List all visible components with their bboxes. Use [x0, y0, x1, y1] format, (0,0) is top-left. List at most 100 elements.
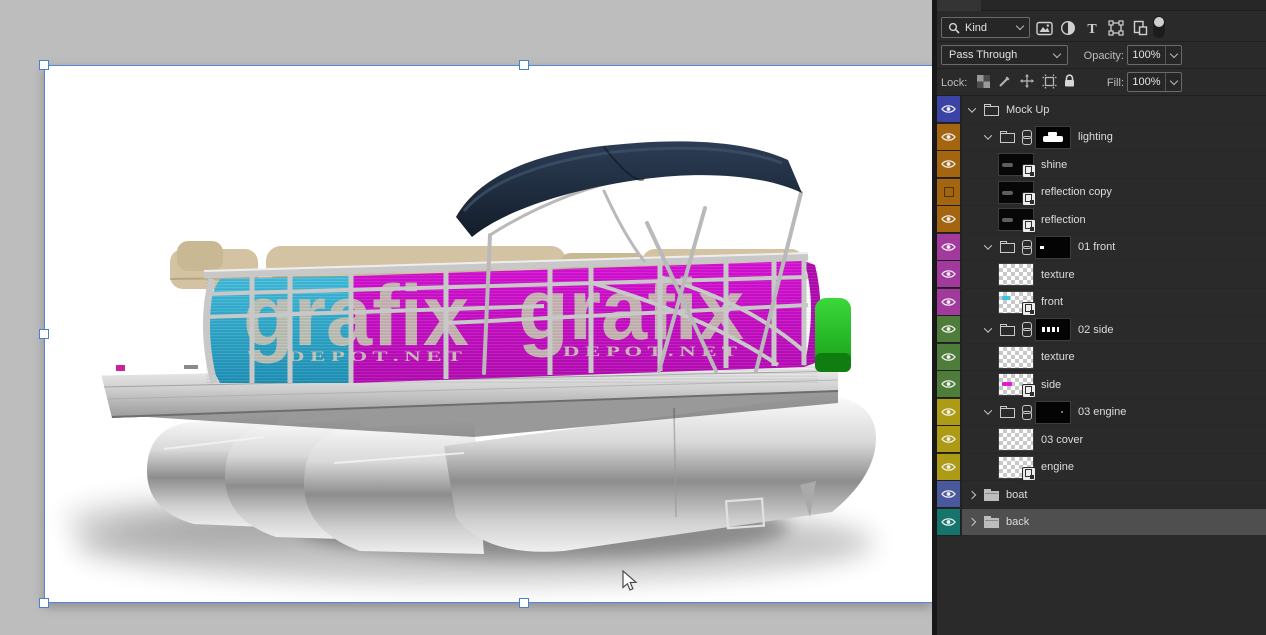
- visibility-toggle[interactable]: [937, 234, 962, 261]
- layer-thumbnail[interactable]: [999, 292, 1033, 313]
- layer-row[interactable]: texture: [937, 261, 1266, 289]
- layer-row[interactable]: texture: [937, 344, 1266, 372]
- transform-handle-top-left[interactable]: [39, 60, 49, 70]
- layer-row[interactable]: engine: [937, 454, 1266, 482]
- layer-row[interactable]: back: [937, 509, 1266, 537]
- layer-mask-thumbnail[interactable]: [1036, 127, 1070, 148]
- fill-input[interactable]: 100%: [1127, 72, 1182, 92]
- layer-row[interactable]: reflection: [937, 206, 1266, 234]
- eye-icon: [941, 352, 956, 362]
- chevron-icon[interactable]: [984, 241, 992, 249]
- layer-name[interactable]: 01 front: [1078, 241, 1115, 253]
- layer-name[interactable]: engine: [1041, 461, 1074, 473]
- layer-thumbnail[interactable]: [999, 182, 1033, 203]
- visibility-toggle[interactable]: [937, 96, 962, 123]
- visibility-toggle[interactable]: [937, 289, 962, 316]
- filter-kind-dropdown[interactable]: Kind: [941, 17, 1030, 38]
- layer-row[interactable]: shine: [937, 151, 1266, 179]
- layer-name[interactable]: front: [1041, 296, 1063, 308]
- transform-handle-bottom-left[interactable]: [39, 598, 49, 608]
- chevron-icon[interactable]: [968, 490, 976, 498]
- visibility-toggle[interactable]: [937, 371, 962, 398]
- eye-icon: [941, 159, 956, 169]
- layer-thumbnail[interactable]: [999, 347, 1033, 368]
- layer-thumbnail[interactable]: [999, 457, 1033, 478]
- fill-value[interactable]: 100%: [1128, 73, 1165, 91]
- chevron-icon[interactable]: [984, 131, 992, 139]
- opacity-input[interactable]: 100%: [1127, 45, 1182, 65]
- chevron-icon[interactable]: [984, 324, 992, 332]
- lock-paint-icon[interactable]: [997, 73, 1013, 89]
- layer-name[interactable]: texture: [1041, 351, 1075, 363]
- visibility-toggle[interactable]: [937, 399, 962, 426]
- type-layer-filter-icon[interactable]: T: [1083, 19, 1101, 37]
- layer-name[interactable]: texture: [1041, 269, 1075, 281]
- chevron-icon[interactable]: [968, 104, 976, 112]
- layer-row[interactable]: 01 front: [937, 234, 1266, 262]
- layer-row[interactable]: 02 side: [937, 316, 1266, 344]
- document-canvas[interactable]: grafix D E P O T . N E T grafix D E P O …: [44, 65, 932, 603]
- smart-object-filter-icon[interactable]: [1131, 19, 1149, 37]
- layer-thumbnail[interactable]: [999, 154, 1033, 175]
- photoshop-window: grafix D E P O T . N E T grafix D E P O …: [0, 0, 1266, 635]
- layer-name[interactable]: boat: [1006, 489, 1027, 501]
- layer-mask-thumbnail[interactable]: [1036, 319, 1070, 340]
- chevron-icon[interactable]: [968, 518, 976, 526]
- layer-name[interactable]: lighting: [1078, 131, 1113, 143]
- visibility-toggle[interactable]: [937, 179, 962, 206]
- layer-row[interactable]: 03 engine: [937, 399, 1266, 427]
- layer-filter-toggle[interactable]: [1153, 16, 1165, 38]
- visibility-toggle[interactable]: [937, 344, 962, 371]
- layer-thumbnail[interactable]: [999, 209, 1033, 230]
- visibility-toggle[interactable]: [937, 261, 962, 288]
- transform-edge-top[interactable]: [44, 65, 932, 66]
- layer-name[interactable]: reflection copy: [1041, 186, 1112, 198]
- layer-name[interactable]: Mock Up: [1006, 104, 1049, 116]
- layer-name[interactable]: side: [1041, 379, 1061, 391]
- visibility-toggle[interactable]: [937, 426, 962, 453]
- visibility-toggle[interactable]: [937, 509, 962, 536]
- visibility-toggle[interactable]: [937, 124, 962, 151]
- layer-row[interactable]: 03 cover: [937, 426, 1266, 454]
- opacity-value[interactable]: 100%: [1128, 46, 1165, 64]
- layer-thumbnail[interactable]: [999, 429, 1033, 450]
- transform-edge-bottom[interactable]: [44, 602, 932, 603]
- visibility-toggle[interactable]: [937, 454, 962, 481]
- blend-mode-dropdown[interactable]: Pass Through: [941, 45, 1068, 65]
- lock-all-icon[interactable]: [1061, 73, 1077, 89]
- lock-artboard-icon[interactable]: [1041, 73, 1057, 89]
- fill-dropdown-button[interactable]: [1165, 73, 1181, 91]
- layer-mask-thumbnail[interactable]: [1036, 402, 1070, 423]
- lock-move-icon[interactable]: [1019, 73, 1035, 89]
- visibility-toggle[interactable]: [937, 481, 962, 508]
- layer-name[interactable]: 02 side: [1078, 324, 1113, 336]
- layer-row[interactable]: Mock Up: [937, 96, 1266, 124]
- layer-name[interactable]: shine: [1041, 159, 1067, 171]
- layer-name[interactable]: 03 cover: [1041, 434, 1083, 446]
- layer-name[interactable]: back: [1006, 516, 1029, 528]
- lock-transparency-icon[interactable]: [975, 73, 991, 89]
- layers-tab[interactable]: [937, 0, 981, 11]
- layer-thumbnail[interactable]: [999, 264, 1033, 285]
- layer-row[interactable]: reflection copy: [937, 179, 1266, 207]
- visibility-toggle[interactable]: [937, 206, 962, 233]
- shape-layer-filter-icon[interactable]: [1107, 19, 1125, 37]
- filter-kind-label: Kind: [965, 22, 1017, 34]
- layer-mask-thumbnail[interactable]: [1036, 237, 1070, 258]
- layer-row[interactable]: boat: [937, 481, 1266, 509]
- layer-row[interactable]: lighting: [937, 124, 1266, 152]
- transform-handle-bottom-center[interactable]: [519, 598, 529, 608]
- layer-row[interactable]: front: [937, 289, 1266, 317]
- chevron-icon[interactable]: [984, 406, 992, 414]
- visibility-toggle[interactable]: [937, 151, 962, 178]
- adjustment-layer-filter-icon[interactable]: [1059, 19, 1077, 37]
- transform-handle-left-center[interactable]: [39, 329, 49, 339]
- layer-thumbnail[interactable]: [999, 374, 1033, 395]
- layer-row[interactable]: side: [937, 371, 1266, 399]
- transform-handle-top-center[interactable]: [519, 60, 529, 70]
- visibility-toggle[interactable]: [937, 316, 962, 343]
- opacity-dropdown-button[interactable]: [1165, 46, 1181, 64]
- pixel-layer-filter-icon[interactable]: [1035, 19, 1053, 37]
- layer-name[interactable]: 03 engine: [1078, 406, 1126, 418]
- layer-name[interactable]: reflection: [1041, 214, 1086, 226]
